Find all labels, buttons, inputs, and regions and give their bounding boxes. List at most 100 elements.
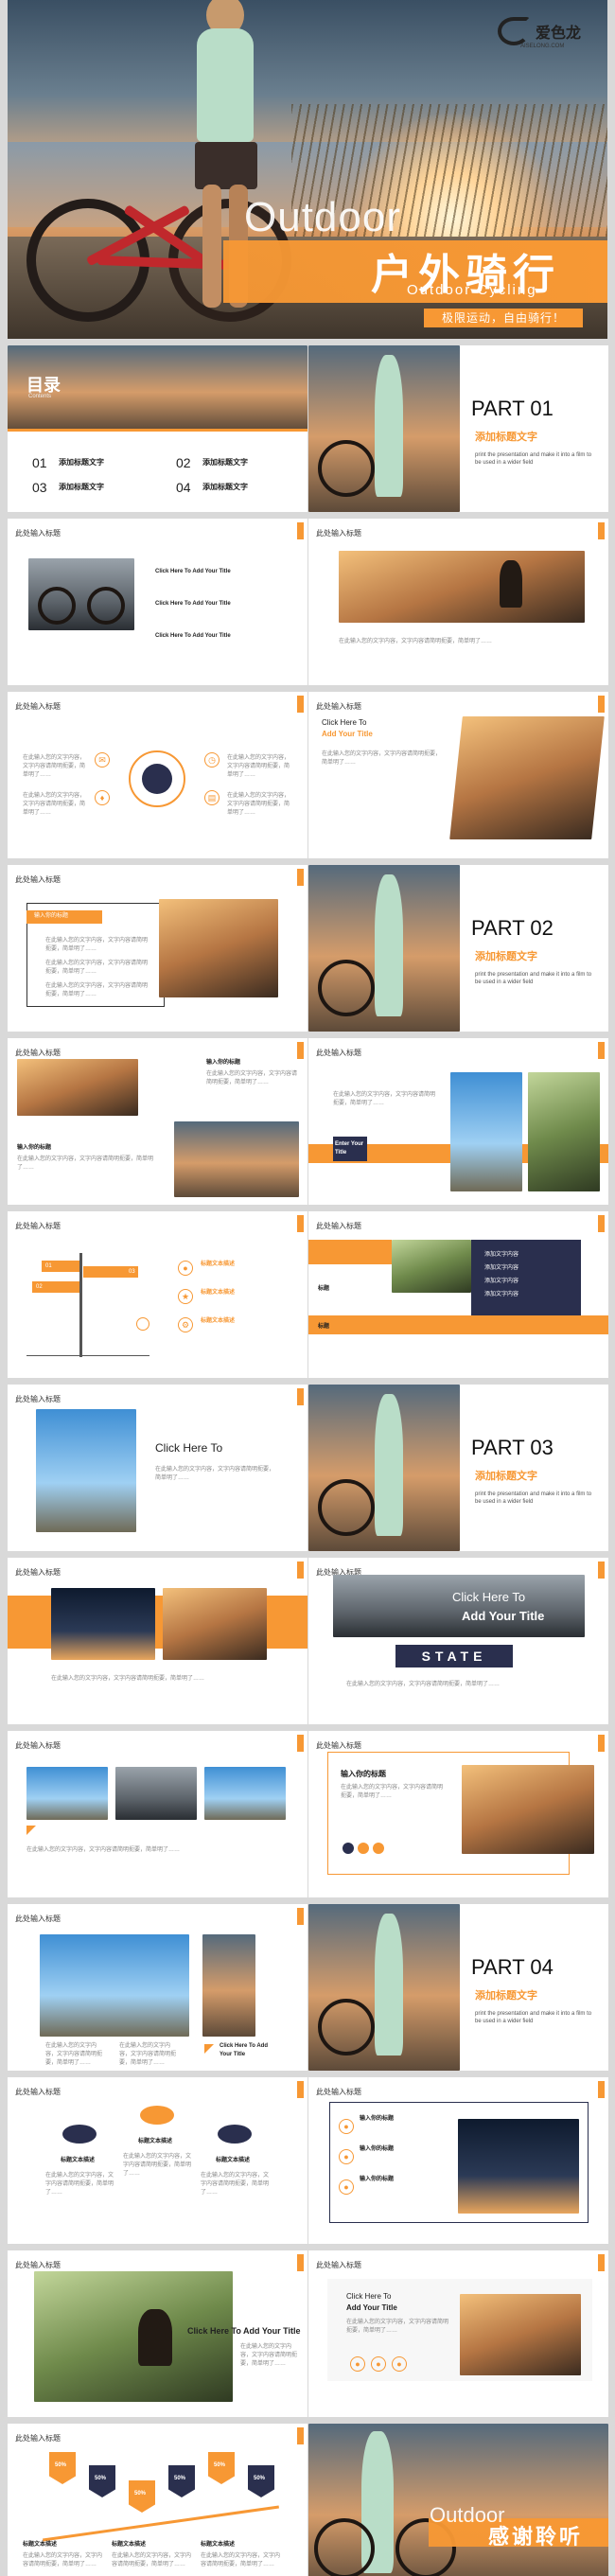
photo-stand	[202, 1934, 255, 2037]
input-title: 输入你的标题	[341, 1770, 386, 1778]
pct-label: 50%	[134, 2491, 147, 2497]
sign-num: 03	[129, 1269, 135, 1275]
list-item: 添加文字内容	[484, 1279, 519, 1284]
slide-part-04[interactable]: PART 04 添加标题文字 print the presentation an…	[308, 1904, 608, 2071]
list-title[interactable]: Click Here To Add Your Title	[155, 632, 231, 641]
slide-framed-title[interactable]: 此处输入标题 输入你的标题 在此输入您的文字内容，文字内容请简明扼要，简单明了……	[308, 1731, 608, 1897]
body-text: 在此输入您的文字内容，文字内容请简明扼要，简单明了……	[333, 1092, 436, 1106]
flame-icon: ♦	[95, 790, 110, 805]
photo-2	[115, 1767, 197, 1820]
slide-heading: 此处输入标题	[316, 1222, 361, 1230]
add-title-label[interactable]: Add Your Title	[322, 730, 373, 738]
slide-panorama[interactable]: 此处输入标题 在此输入您的文字内容，文字内容请简明扼要，简单明了……	[308, 519, 608, 685]
body-text: 在此输入您的文字内容，文字内容请简明扼要，简单明了……	[23, 793, 86, 816]
body-text: 在此输入您的文字内容，文字内容请简明扼要，简单明了……	[201, 2173, 270, 2196]
add-title-label[interactable]: Add Your Title	[462, 1609, 544, 1623]
slide-mtb-photo[interactable]: 此处输入标题 Click Here To Add Your Title 在此输入…	[8, 2250, 308, 2417]
toc-num: 04	[176, 480, 191, 495]
item-title: 标题文本描述	[201, 1318, 236, 1324]
slide-signpost[interactable]: 此处输入标题 01 03 02 ● ★ ⚙ 标题文本描述 标题文本描述 标题文本…	[8, 1211, 308, 1378]
photo-racer-2	[460, 2294, 581, 2375]
slide-rocks[interactable]: 此处输入标题 在此输入您的文字内容，文字内容请简明扼要，简单明了…… 在此输入您…	[8, 1904, 308, 2071]
photo-1	[26, 1767, 108, 1820]
body-text: 在此输入您的文字内容，文字内容请简明扼要，简单明了……	[206, 1071, 298, 1085]
part-description: print the presentation and make it into …	[475, 452, 592, 466]
slide-lake[interactable]: 此处输入标题 ● ● ● 输入你的标题 输入你的标题 输入你的标题	[308, 2077, 608, 2244]
ending-photo	[308, 2424, 608, 2576]
enter-title-label[interactable]: Enter Your Title	[335, 1140, 367, 1157]
slide-toc[interactable]: 目录 Contents 01 添加标题文字 02 添加标题文字 03 添加标题文…	[8, 345, 308, 512]
title-label: 标题	[318, 1324, 330, 1330]
cover-slide[interactable]: Outdoor 户外骑行 Outdoor Cycling 极限运动，自由骑行！ …	[8, 0, 607, 339]
slide-heading: 此处输入标题	[316, 1741, 361, 1750]
slide-part-02[interactable]: PART 02 添加标题文字 print the presentation an…	[308, 865, 608, 1032]
slide-part-03[interactable]: PART 03 添加标题文字 print the presentation an…	[308, 1385, 608, 1551]
slide-part-01[interactable]: PART 01 添加标题文字 print the presentation an…	[308, 345, 608, 512]
slide-ending[interactable]: Outdoor 感谢聆听	[308, 2424, 608, 2576]
click-here-label[interactable]: Click Here To	[322, 718, 366, 727]
add-title-label[interactable]: Add Your Title	[346, 2303, 397, 2312]
click-add-title[interactable]: Click Here To Add Your Title	[187, 2326, 301, 2336]
list-item: 添加文字内容	[484, 1292, 519, 1297]
body-text: 在此输入您的文字内容，文字内容请简明扼要，简单明了……	[45, 938, 149, 952]
body-text: 在此输入您的文字内容，文字内容请简明扼要，简单明了……	[17, 1156, 154, 1171]
body-text: 在此输入您的文字内容，文字内容请简明扼要，简单明了……	[112, 2553, 192, 2567]
item-title: 输入你的标题	[360, 2177, 395, 2182]
accent-tab	[297, 696, 304, 713]
slide-enter-title[interactable]: 此处输入标题 在此输入您的文字内容，文字内容请简明扼要，简单明了…… Enter…	[308, 1038, 608, 1205]
slide-heading: 此处输入标题	[15, 529, 61, 538]
slide-bike-list[interactable]: 此处输入标题 Click Here To Add Your Title Clic…	[8, 519, 308, 685]
item-title: 标题文本描述	[216, 2158, 251, 2163]
slide-fish-icons[interactable]: 此处输入标题 标题文本描述 标题文本描述 标题文本描述 在此输入您的文字内容，文…	[8, 2077, 308, 2244]
slide-dark-list[interactable]: 此处输入标题 添加文字内容 添加文字内容 添加文字内容 添加文字内容 标题 标题	[308, 1211, 608, 1378]
accent-tab	[598, 1042, 605, 1059]
accent-tab	[598, 2254, 605, 2271]
orange-block	[308, 1240, 392, 1264]
slide-click-here[interactable]: 此处输入标题 Click Here To Add Your Title 在此输入…	[308, 692, 608, 858]
slide-state[interactable]: 此处输入标题 Click Here To Add Your Title STAT…	[308, 1558, 608, 1724]
accent-tab	[598, 522, 605, 539]
click-here-label[interactable]: Click Here To	[346, 2292, 391, 2301]
item-title: 标题文本描述	[112, 2542, 147, 2548]
slide-click-here-3[interactable]: 此处输入标题 Click Here To Add Your Title 在此输入…	[308, 2250, 608, 2417]
slide-orange-stripe[interactable]: 此处输入标题 在此输入您的文字内容，文字内容请简明扼要，简单明了……	[8, 1558, 308, 1724]
part-title: PART 01	[471, 397, 554, 420]
bike-photo	[28, 558, 134, 630]
part-title: PART 03	[471, 1436, 554, 1459]
part-subtitle: 添加标题文字	[475, 1471, 537, 1482]
toc-item[interactable]: 添加标题文字	[59, 457, 104, 468]
cover-title-en: Outdoor	[244, 194, 401, 240]
title-label: 标题	[318, 1286, 330, 1292]
toc-item[interactable]: 添加标题文字	[59, 482, 104, 492]
brand-logo[interactable]: 爱色龙	[498, 17, 581, 45]
toc-item[interactable]: 添加标题文字	[202, 457, 248, 468]
input-title-text: 输入你的标题	[34, 913, 69, 919]
logo-text: 爱色龙	[536, 26, 582, 42]
sign-pole	[79, 1253, 82, 1357]
photo-rocks	[40, 1934, 189, 2037]
photo-rider	[17, 1059, 138, 1116]
part-subtitle: 添加标题文字	[475, 951, 537, 962]
slide-input-title[interactable]: 此处输入标题 输入你的标题 在此输入您的文字内容，文字内容请简明扼要，简单明了……	[8, 865, 308, 1032]
click-here-title[interactable]: Click Here To	[155, 1441, 222, 1455]
list-title[interactable]: Click Here To Add Your Title	[155, 568, 231, 576]
toc-num: 01	[32, 455, 47, 470]
slide-click-here-2[interactable]: 此处输入标题 Click Here To 在此输入您的文字内容，文字内容请简明扼…	[8, 1385, 308, 1551]
cover-tagline: 极限运动，自由骑行！	[424, 309, 583, 327]
cover-subtitle-en: Outdoor Cycling	[407, 282, 537, 298]
slide-three-photos[interactable]: 此处输入标题 在此输入您的文字内容，文字内容请简明扼要，简单明了……	[8, 1731, 308, 1897]
slide-flags[interactable]: 此处输入标题 50% 50% 50% 50% 50% 50% 标题文本描述 标题…	[8, 2424, 308, 2576]
photo-cyclists-group	[36, 1409, 136, 1532]
toc-item[interactable]: 添加标题文字	[202, 482, 248, 492]
accent-tab	[598, 1215, 605, 1232]
click-add-title[interactable]: Click Here To Add Your Title	[220, 2042, 276, 2059]
toc-num: 03	[32, 480, 47, 495]
slide-hub-diagram[interactable]: 此处输入标题 ✉ ♦ ◷ ▤ 在此输入您的文字内容，文字内容请简明扼要，简单明了…	[8, 692, 308, 858]
slide-two-photos[interactable]: 此处输入标题 输入你的标题 在此输入您的文字内容，文字内容请简明扼要，简单明了……	[8, 1038, 308, 1205]
list-title[interactable]: Click Here To Add Your Title	[155, 600, 231, 609]
slide-heading: 此处输入标题	[15, 1395, 61, 1403]
body-text: 在此输入您的文字内容，文字内容请简明扼要，简单明了……	[45, 2043, 103, 2066]
body-text: 在此输入您的文字内容，文字内容请简明扼要，简单明了……	[346, 1682, 501, 1687]
body-text: 在此输入您的文字内容，文字内容请简明扼要，简单明了……	[339, 639, 493, 644]
click-here-label[interactable]: Click Here To	[452, 1590, 525, 1604]
